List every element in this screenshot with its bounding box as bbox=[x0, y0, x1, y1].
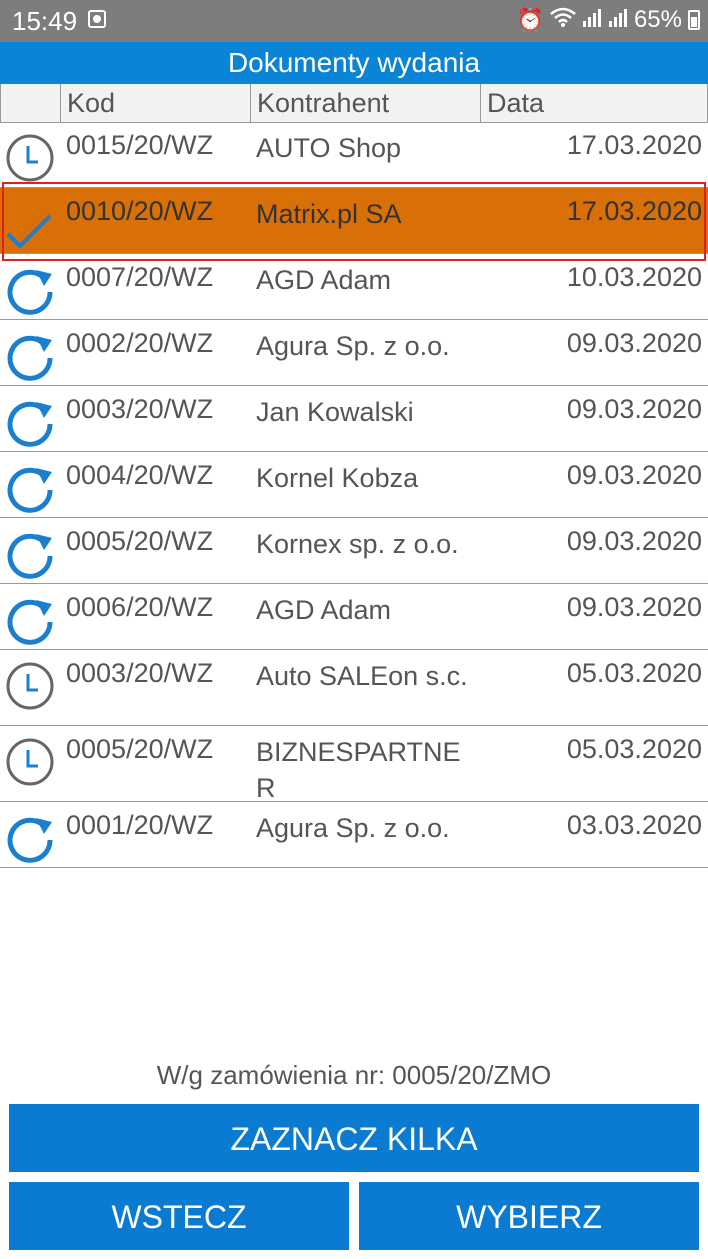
row-data: 05.03.2020 bbox=[566, 734, 702, 764]
checkmark-icon bbox=[4, 198, 56, 250]
column-header-kontrahent[interactable]: Kontrahent bbox=[250, 84, 481, 122]
table-row[interactable]: 0004/20/WZ Kornel Kobza 09.03.2020 bbox=[0, 452, 708, 518]
row-data: 03.03.2020 bbox=[566, 810, 702, 840]
row-data: 10.03.2020 bbox=[566, 262, 702, 292]
row-kontrahent: Kornel Kobza bbox=[256, 463, 419, 493]
table-row[interactable]: 0005/20/WZ Kornex sp. z o.o. 09.03.2020 bbox=[0, 518, 708, 584]
row-data: 17.03.2020 bbox=[566, 130, 702, 160]
row-data: 09.03.2020 bbox=[566, 394, 702, 424]
app-notification-icon bbox=[88, 10, 106, 28]
table-row[interactable]: 0003/20/WZ Jan Kowalski 09.03.2020 bbox=[0, 386, 708, 452]
row-data: 09.03.2020 bbox=[566, 460, 702, 490]
refresh-icon bbox=[4, 330, 56, 382]
order-info: W/g zamówienia nr: 0005/20/ZMO bbox=[156, 1060, 552, 1090]
page-title: Dokumenty wydania bbox=[0, 42, 708, 84]
row-kod: 0010/20/WZ bbox=[66, 196, 214, 226]
back-button[interactable]: WSTECZ bbox=[9, 1182, 349, 1250]
select-button[interactable]: WYBIERZ bbox=[359, 1182, 699, 1250]
table-row-selected[interactable]: 0010/20/WZ Matrix.pl SA 17.03.2020 bbox=[0, 188, 708, 254]
refresh-icon bbox=[4, 396, 56, 448]
row-kontrahent: Auto SALEon s.c. bbox=[256, 661, 468, 691]
refresh-icon bbox=[4, 528, 56, 580]
refresh-icon bbox=[4, 462, 56, 514]
row-kod: 0003/20/WZ bbox=[66, 658, 214, 688]
column-header-data[interactable]: Data bbox=[480, 84, 708, 122]
row-data: 17.03.2020 bbox=[566, 196, 702, 226]
select-multiple-button[interactable]: ZAZNACZ KILKA bbox=[9, 1104, 699, 1172]
table-row[interactable]: 0003/20/WZ Auto SALEon s.c. 05.03.2020 bbox=[0, 650, 708, 726]
row-kontrahent: Agura Sp. z o.o. bbox=[256, 331, 450, 361]
column-header-icon bbox=[0, 84, 61, 122]
table-row[interactable]: 0007/20/WZ AGD Adam 10.03.2020 bbox=[0, 254, 708, 320]
signal-icon bbox=[582, 7, 602, 33]
table-header: Kod Kontrahent Data bbox=[0, 84, 708, 123]
wifi-icon bbox=[550, 6, 576, 34]
signal-icon-2 bbox=[608, 7, 628, 33]
row-kontrahent: Agura Sp. z o.o. bbox=[256, 813, 450, 843]
row-kontrahent: AGD Adam bbox=[256, 265, 392, 295]
refresh-icon bbox=[4, 264, 56, 316]
battery-icon bbox=[688, 10, 700, 30]
clock-icon bbox=[4, 132, 56, 184]
row-data: 09.03.2020 bbox=[566, 592, 702, 622]
table-row[interactable]: 0005/20/WZ BIZNESPARTNE R 05.03.2020 bbox=[0, 726, 708, 803]
status-time: 15:49 bbox=[12, 6, 78, 36]
alarm-icon: ⏰ bbox=[516, 7, 544, 32]
row-kontrahent: AGD Adam bbox=[256, 595, 392, 625]
row-kod: 0015/20/WZ bbox=[66, 130, 214, 160]
row-kod: 0005/20/WZ bbox=[66, 526, 214, 556]
battery-percent: 65% bbox=[633, 6, 682, 33]
table-row[interactable]: 0002/20/WZ Agura Sp. z o.o. 09.03.2020 bbox=[0, 320, 708, 386]
refresh-icon bbox=[4, 812, 56, 864]
row-kontrahent: Matrix.pl SA bbox=[256, 199, 402, 229]
clock-icon bbox=[4, 736, 56, 788]
row-kod: 0005/20/WZ bbox=[66, 734, 214, 764]
row-kod: 0001/20/WZ bbox=[66, 810, 214, 840]
status-right: ⏰ 65% bbox=[517, 6, 700, 34]
row-kod: 0003/20/WZ bbox=[66, 394, 214, 424]
row-kontrahent: Kornex sp. z o.o. bbox=[256, 529, 459, 559]
clock-icon bbox=[4, 660, 56, 712]
row-data: 05.03.2020 bbox=[566, 658, 702, 688]
row-kod: 0007/20/WZ bbox=[66, 262, 214, 292]
table-row[interactable]: 0015/20/WZ AUTO Shop 17.03.2020 bbox=[0, 122, 708, 188]
table-row[interactable]: 0006/20/WZ AGD Adam 09.03.2020 bbox=[0, 584, 708, 650]
row-data: 09.03.2020 bbox=[566, 328, 702, 358]
row-kontrahent: AUTO Shop bbox=[256, 133, 402, 163]
refresh-icon bbox=[4, 594, 56, 646]
row-kod: 0002/20/WZ bbox=[66, 328, 214, 358]
row-data: 09.03.2020 bbox=[566, 526, 702, 556]
column-header-kod[interactable]: Kod bbox=[60, 84, 251, 122]
status-bar: 15:49 ⏰ 65% bbox=[0, 0, 708, 42]
row-kontrahent: BIZNESPARTNE R bbox=[256, 737, 461, 803]
row-kontrahent: Jan Kowalski bbox=[256, 397, 414, 427]
table-row[interactable]: 0001/20/WZ Agura Sp. z o.o. 03.03.2020 bbox=[0, 802, 708, 868]
row-kod: 0004/20/WZ bbox=[66, 460, 214, 490]
row-kod: 0006/20/WZ bbox=[66, 592, 214, 622]
